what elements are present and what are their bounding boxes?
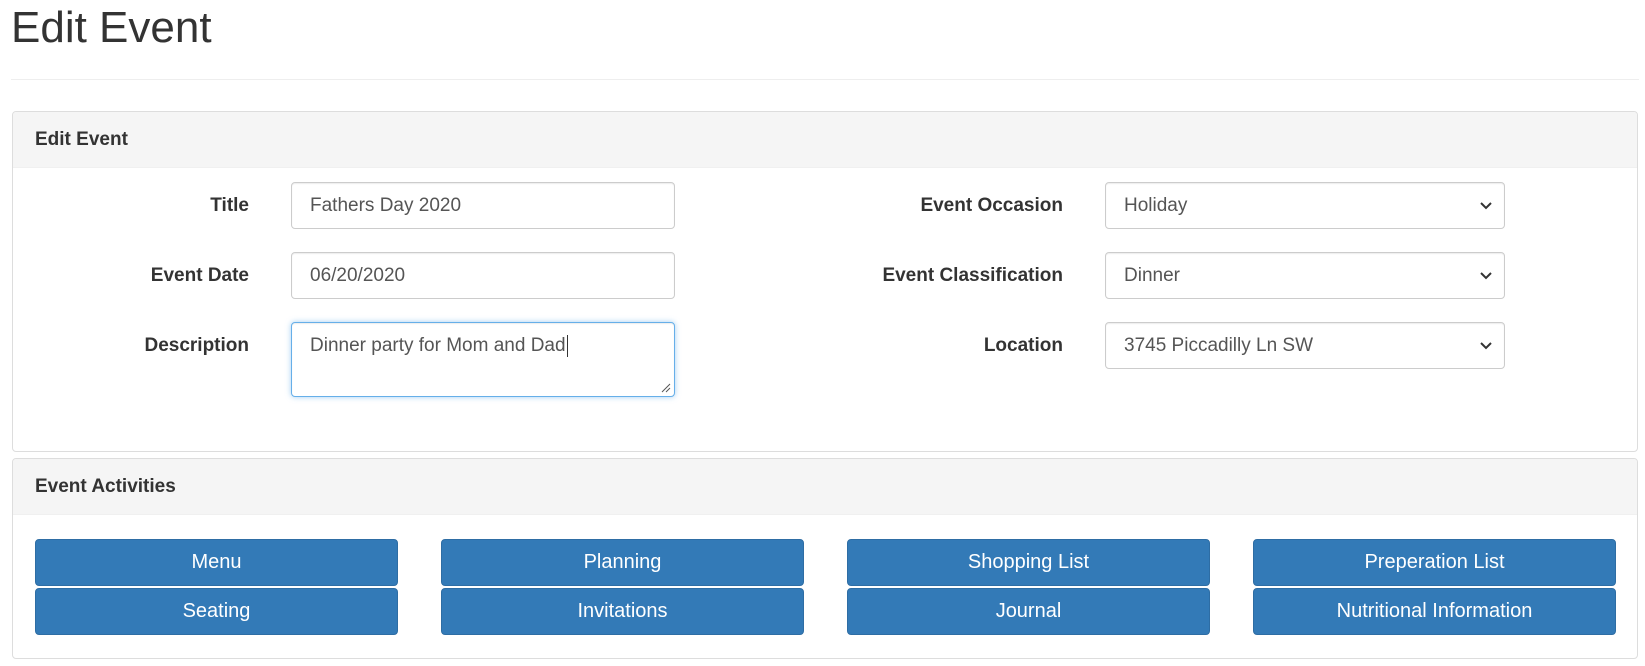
- location-select[interactable]: 3745 Piccadilly Ln SW: [1105, 322, 1505, 369]
- invitations-button[interactable]: Invitations: [441, 588, 804, 635]
- menu-button[interactable]: Menu: [35, 539, 398, 586]
- title-input[interactable]: Fathers Day 2020: [291, 182, 675, 229]
- planning-button[interactable]: Planning: [441, 539, 804, 586]
- location-label: Location: [983, 335, 1063, 356]
- title-divider: [11, 79, 1639, 80]
- description-label: Description: [144, 335, 249, 356]
- chevron-down-icon: [1480, 201, 1492, 209]
- event-classification-value: Dinner: [1124, 264, 1180, 286]
- location-value: 3745 Piccadilly Ln SW: [1124, 334, 1314, 356]
- seating-button[interactable]: Seating: [35, 588, 398, 635]
- resize-handle-icon[interactable]: [661, 383, 671, 393]
- preperation-list-button[interactable]: Preperation List: [1253, 539, 1616, 586]
- event-occasion-value: Holiday: [1124, 194, 1188, 216]
- edit-event-panel-heading: Edit Event: [13, 112, 1637, 168]
- event-date-label: Event Date: [150, 265, 249, 286]
- event-occasion-select[interactable]: Holiday: [1105, 182, 1505, 229]
- title-label: Title: [210, 195, 249, 216]
- event-classification-select[interactable]: Dinner: [1105, 252, 1505, 299]
- chevron-down-icon: [1480, 271, 1492, 279]
- event-activities-panel-heading: Event Activities: [13, 459, 1637, 515]
- page-title: Edit Event: [11, 3, 212, 52]
- description-text: Dinner party for Mom and Dad: [310, 335, 566, 356]
- event-date-input[interactable]: 06/20/2020: [291, 252, 675, 299]
- description-textarea[interactable]: Dinner party for Mom and Dad: [291, 322, 675, 397]
- event-classification-label: Event Classification: [882, 265, 1063, 286]
- event-activities-panel: Event Activities Menu Planning Shopping …: [12, 458, 1638, 659]
- event-occasion-label: Event Occasion: [920, 195, 1063, 216]
- edit-event-panel: Edit Event Title Fathers Day 2020 Event …: [12, 111, 1638, 452]
- nutritional-information-button[interactable]: Nutritional Information: [1253, 588, 1616, 635]
- chevron-down-icon: [1480, 341, 1492, 349]
- shopping-list-button[interactable]: Shopping List: [847, 539, 1210, 586]
- text-cursor: [566, 335, 568, 357]
- journal-button[interactable]: Journal: [847, 588, 1210, 635]
